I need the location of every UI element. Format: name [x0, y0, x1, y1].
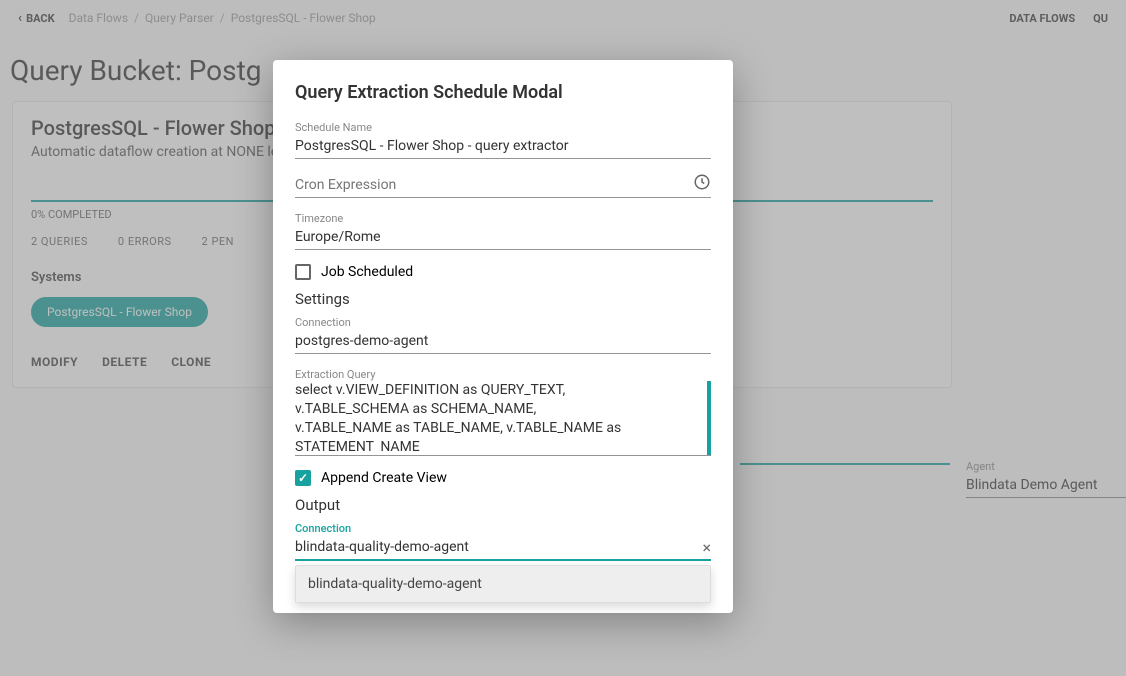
clear-icon[interactable]: ×	[702, 538, 711, 557]
connection-dropdown: blindata-quality-demo-agent	[295, 565, 711, 603]
scrollbar[interactable]	[707, 381, 711, 455]
connection-input[interactable]	[295, 329, 711, 354]
modal-title: Query Extraction Schedule Modal	[295, 82, 711, 103]
schedule-name-label: Schedule Name	[295, 121, 711, 134]
schedule-name-input[interactable]	[295, 134, 711, 159]
extraction-query-label: Extraction Query	[295, 368, 711, 381]
cron-expression-input[interactable]	[295, 173, 711, 198]
job-scheduled-label: Job Scheduled	[321, 264, 413, 280]
connection-label: Connection	[295, 316, 711, 329]
job-scheduled-checkbox[interactable]	[295, 264, 311, 280]
append-create-view-checkbox[interactable]	[295, 470, 311, 486]
schedule-modal: Query Extraction Schedule Modal Schedule…	[273, 60, 733, 613]
output-connection-input[interactable]	[295, 535, 711, 561]
timezone-input[interactable]	[295, 225, 711, 250]
output-connection-label: Connection	[295, 522, 711, 535]
append-create-view-label: Append Create View	[321, 470, 447, 486]
timezone-label: Timezone	[295, 212, 711, 225]
settings-heading: Settings	[295, 290, 711, 308]
dropdown-option[interactable]: blindata-quality-demo-agent	[296, 566, 710, 602]
extraction-query-textarea[interactable]: select v.VIEW_DEFINITION as QUERY_TEXT, …	[295, 381, 711, 451]
clock-icon[interactable]	[693, 173, 711, 195]
output-heading: Output	[295, 496, 711, 514]
